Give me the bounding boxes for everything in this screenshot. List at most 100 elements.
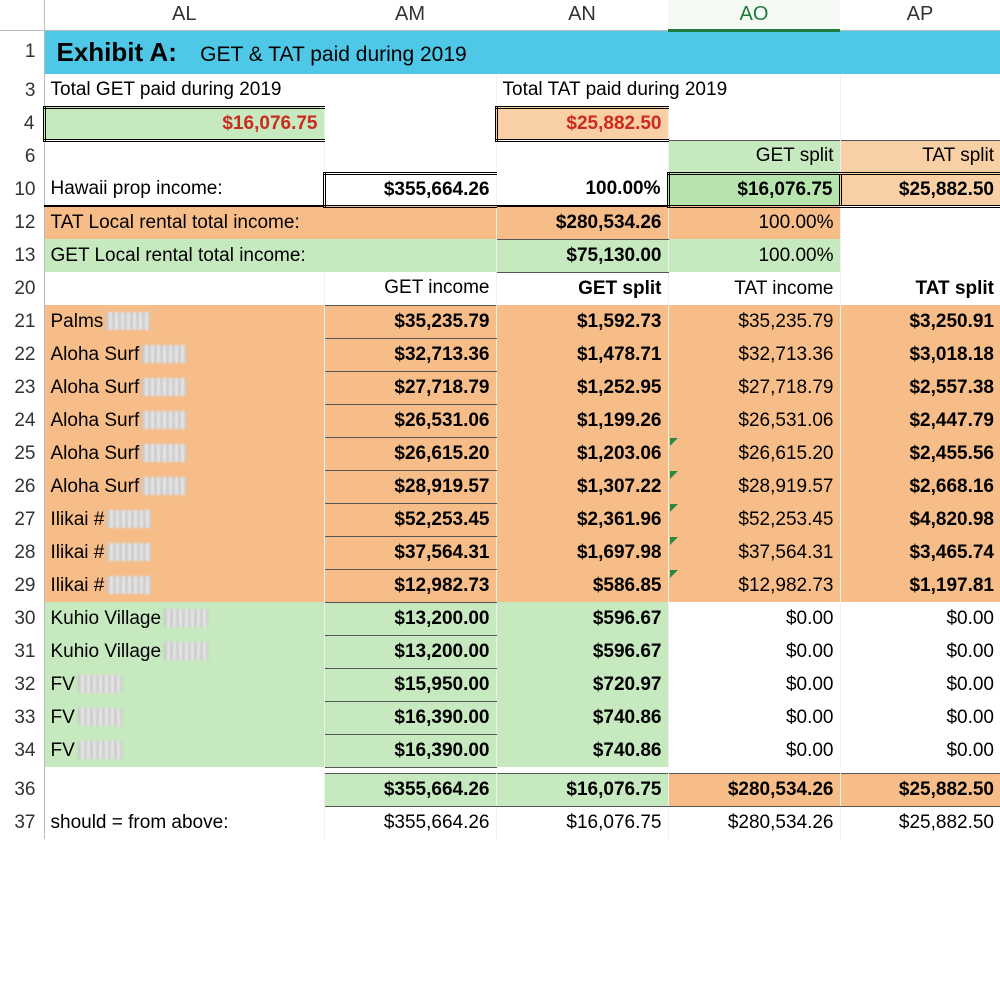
get-split-cell[interactable]: $1,203.06 [496, 437, 668, 470]
row-header[interactable]: 36 [0, 773, 44, 806]
blank-cell[interactable] [44, 272, 324, 305]
total-get-value[interactable]: $16,076.75 [44, 107, 324, 140]
total-get-label[interactable]: Total GET paid during 2019 [44, 74, 496, 107]
check-tat-income[interactable]: $280,534.26 [668, 806, 840, 839]
tat-local-pct[interactable]: 100.00% [668, 206, 840, 239]
property-name[interactable]: Aloha Surf [44, 404, 324, 437]
get-income-cell[interactable]: $15,950.00 [324, 668, 496, 701]
get-income-cell[interactable]: $35,235.79 [324, 305, 496, 338]
get-income-cell[interactable]: $28,919.57 [324, 470, 496, 503]
get-income-cell[interactable]: $16,390.00 [324, 734, 496, 767]
tat-income-cell[interactable]: $37,564.31 [668, 536, 840, 569]
get-split-cell[interactable]: $1,199.26 [496, 404, 668, 437]
blank-cell[interactable] [44, 140, 324, 173]
tat-split-cell[interactable]: $0.00 [840, 734, 1000, 767]
tat-split-cell[interactable]: $0.00 [840, 602, 1000, 635]
sum-tat-income[interactable]: $280,534.26 [668, 773, 840, 806]
col-header-AP[interactable]: AP [840, 0, 1000, 30]
tat-split-cell[interactable]: $3,465.74 [840, 536, 1000, 569]
col-tat-split[interactable]: TAT split [840, 272, 1000, 305]
should-equal-label[interactable]: should = from above: [44, 806, 324, 839]
tat-income-cell[interactable]: $0.00 [668, 602, 840, 635]
property-name[interactable]: Palms [44, 305, 324, 338]
get-split-cell[interactable]: $740.86 [496, 734, 668, 767]
get-income-cell[interactable]: $13,200.00 [324, 602, 496, 635]
row-header[interactable]: 29 [0, 569, 44, 602]
row-header[interactable]: 27 [0, 503, 44, 536]
tat-split-cell[interactable]: $2,447.79 [840, 404, 1000, 437]
tat-split-cell[interactable]: $1,197.81 [840, 569, 1000, 602]
tat-income-cell[interactable]: $52,253.45 [668, 503, 840, 536]
row-header[interactable]: 6 [0, 140, 44, 173]
property-name[interactable]: FV [44, 734, 324, 767]
tat-income-cell[interactable]: $27,718.79 [668, 371, 840, 404]
blank-cell[interactable] [44, 773, 324, 806]
tat-split-cell[interactable]: $2,455.56 [840, 437, 1000, 470]
total-tat-label[interactable]: Total TAT paid during 2019 [496, 74, 840, 107]
blank-cell[interactable] [840, 239, 1000, 272]
row-header[interactable]: 3 [0, 74, 44, 107]
get-local-amount[interactable]: $75,130.00 [496, 239, 668, 272]
col-header-AN[interactable]: AN [496, 0, 668, 30]
col-get-split[interactable]: GET split [496, 272, 668, 305]
get-split-cell[interactable]: $1,697.98 [496, 536, 668, 569]
blank-cell[interactable] [324, 140, 496, 173]
hawaii-income-pct[interactable]: 100.00% [496, 173, 668, 206]
col-header-AM[interactable]: AM [324, 0, 496, 30]
blank-cell[interactable] [324, 107, 496, 140]
get-income-cell[interactable]: $12,982.73 [324, 569, 496, 602]
row-header[interactable]: 37 [0, 806, 44, 839]
tat-split-cell[interactable]: $3,250.91 [840, 305, 1000, 338]
row-header[interactable]: 25 [0, 437, 44, 470]
get-income-cell[interactable]: $27,718.79 [324, 371, 496, 404]
row-header[interactable]: 10 [0, 173, 44, 206]
row-header[interactable]: 32 [0, 668, 44, 701]
get-income-cell[interactable]: $32,713.36 [324, 338, 496, 371]
tat-income-cell[interactable]: $32,713.36 [668, 338, 840, 371]
check-get-split[interactable]: $16,076.75 [496, 806, 668, 839]
row-header[interactable]: 21 [0, 305, 44, 338]
property-name[interactable]: Aloha Surf [44, 470, 324, 503]
spreadsheet-grid[interactable]: AL AM AN AO AP 1 Exhibit A: GET & TAT pa… [0, 0, 1000, 839]
property-name[interactable]: Ilikai # [44, 536, 324, 569]
tat-split-cell[interactable]: $3,018.18 [840, 338, 1000, 371]
blank-cell[interactable] [840, 107, 1000, 140]
get-income-cell[interactable]: $26,615.20 [324, 437, 496, 470]
col-header-AL[interactable]: AL [44, 0, 324, 30]
tat-split-cell[interactable]: $2,668.16 [840, 470, 1000, 503]
hawaii-income-value[interactable]: $355,664.26 [324, 173, 496, 206]
get-split-header[interactable]: GET split [668, 140, 840, 173]
get-split-cell[interactable]: $1,252.95 [496, 371, 668, 404]
get-split-cell[interactable]: $1,478.71 [496, 338, 668, 371]
col-tat-income[interactable]: TAT income [668, 272, 840, 305]
hawaii-tat-split[interactable]: $25,882.50 [840, 173, 1000, 206]
row-header[interactable]: 24 [0, 404, 44, 437]
blank-cell[interactable] [840, 206, 1000, 239]
row-header[interactable]: 22 [0, 338, 44, 371]
title-banner[interactable]: Exhibit A: GET & TAT paid during 2019 [44, 30, 1000, 74]
row-header[interactable]: 23 [0, 371, 44, 404]
row-header[interactable]: 20 [0, 272, 44, 305]
get-split-cell[interactable]: $1,307.22 [496, 470, 668, 503]
tat-income-cell[interactable]: $0.00 [668, 668, 840, 701]
property-name[interactable]: Aloha Surf [44, 371, 324, 404]
property-name[interactable]: FV [44, 701, 324, 734]
tat-income-cell[interactable]: $28,919.57 [668, 470, 840, 503]
hawaii-get-split[interactable]: $16,076.75 [668, 173, 840, 206]
tat-income-cell[interactable]: $26,531.06 [668, 404, 840, 437]
col-get-income[interactable]: GET income [324, 272, 496, 305]
sum-get-income[interactable]: $355,664.26 [324, 773, 496, 806]
hawaii-income-label[interactable]: Hawaii prop income: [44, 173, 324, 206]
tat-split-cell[interactable]: $0.00 [840, 635, 1000, 668]
tat-local-amount[interactable]: $280,534.26 [496, 206, 668, 239]
tat-local-label[interactable]: TAT Local rental total income: [44, 206, 496, 239]
property-name[interactable]: FV [44, 668, 324, 701]
tat-income-cell[interactable]: $12,982.73 [668, 569, 840, 602]
total-tat-value[interactable]: $25,882.50 [496, 107, 668, 140]
tat-split-cell[interactable]: $0.00 [840, 701, 1000, 734]
row-header[interactable]: 28 [0, 536, 44, 569]
property-name[interactable]: Ilikai # [44, 569, 324, 602]
get-income-cell[interactable]: $26,531.06 [324, 404, 496, 437]
row-header[interactable]: 33 [0, 701, 44, 734]
row-header[interactable]: 26 [0, 470, 44, 503]
